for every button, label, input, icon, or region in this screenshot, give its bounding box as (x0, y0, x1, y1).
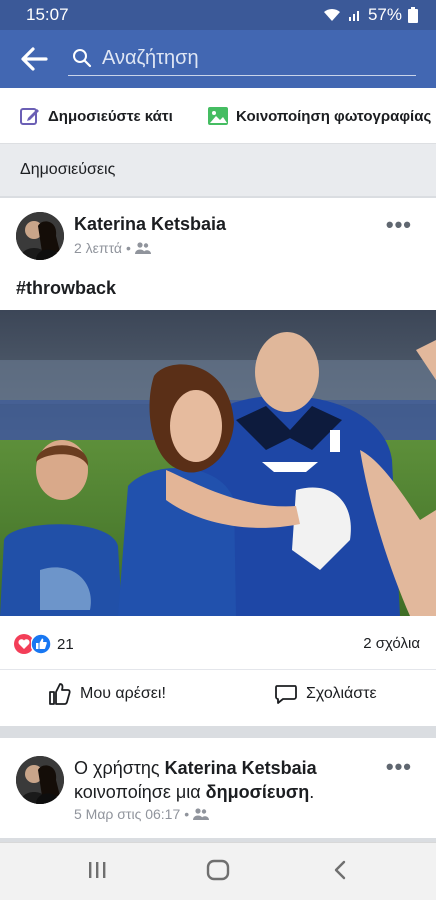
more-icon[interactable]: ••• (386, 212, 412, 238)
write-post-button[interactable]: Δημοσιεύστε κάτι (20, 106, 173, 126)
home-icon[interactable] (206, 859, 230, 881)
status-right: 57% (322, 5, 418, 25)
like-reaction-icon (31, 634, 51, 654)
comments-count[interactable]: 2 σχόλια (363, 635, 420, 652)
shared-post-meta: 5 Μαρ στις 06:17 • (74, 806, 210, 822)
post-stats: 21 2 σχόλια (0, 616, 436, 670)
like-label: Μου αρέσει! (80, 685, 166, 702)
shared-suffix: . (309, 782, 315, 802)
like-button[interactable]: Μου αρέσει! (48, 682, 166, 706)
more-icon[interactable]: ••• (386, 754, 412, 780)
search-icon (73, 49, 92, 68)
avatar[interactable] (16, 756, 64, 804)
system-nav-bar (0, 842, 436, 900)
share-photo-label: Κοινοποίηση φωτογραφίας (236, 107, 432, 125)
friends-icon (193, 808, 210, 820)
post-photo[interactable] (0, 310, 436, 616)
composer-actions: Δημοσιεύστε κάτι Κοινοποίηση φωτογραφίας (0, 88, 436, 144)
meta-separator: • (126, 240, 131, 256)
shared-post-time[interactable]: 5 Μαρ στις 06:17 (74, 806, 180, 822)
like-icon (49, 683, 71, 705)
shared-prefix: Ο χρήστης (74, 758, 165, 778)
search-header: Αναζήτηση (0, 30, 436, 88)
posts-section-header: Δημοσιεύσεις (0, 144, 436, 196)
reaction-count: 21 (57, 635, 74, 653)
recent-apps-icon[interactable] (86, 859, 108, 881)
shared-middle: κοινοποίησε μια (74, 782, 206, 802)
section-title: Δημοσιεύσεις (20, 161, 116, 178)
shared-post-text: Ο χρήστης Katerina Ketsbaia κοινοποίησε … (74, 756, 374, 804)
post-time[interactable]: 2 λεπτά (74, 240, 122, 256)
friends-icon (134, 242, 151, 254)
back-arrow-icon[interactable] (20, 46, 48, 72)
post-meta: 2 λεπτά • (74, 240, 151, 256)
write-post-label: Δημοσιεύστε κάτι (48, 107, 173, 125)
signal-icon (348, 11, 359, 21)
post-author[interactable]: Katerina Ketsbaia (74, 214, 226, 235)
share-photo-button[interactable]: Κοινοποίηση φωτογραφίας (208, 106, 431, 126)
wifi-icon (323, 8, 340, 21)
shared-post-link[interactable]: δημοσίευση (206, 782, 310, 802)
status-time: 15:07 (26, 5, 69, 24)
search-input[interactable]: Αναζήτηση (68, 40, 416, 76)
comment-icon (275, 685, 297, 704)
reaction-summary[interactable]: 21 (14, 634, 74, 654)
avatar-image (16, 212, 64, 260)
status-bar: 15:07 57% (0, 0, 436, 30)
battery-percent: 57% (367, 5, 402, 24)
search-placeholder: Αναζήτηση (102, 47, 199, 69)
shared-post-card: Ο χρήστης Katerina Ketsbaia κοινοποίησε … (0, 738, 436, 838)
meta-separator: • (184, 806, 190, 822)
edit-icon (20, 108, 39, 125)
post-photo-image (0, 310, 436, 616)
shared-author[interactable]: Katerina Ketsbaia (165, 758, 317, 778)
post-text[interactable]: #throwback (16, 278, 116, 299)
avatar[interactable] (16, 212, 64, 260)
battery-icon (408, 7, 418, 23)
photo-icon (208, 107, 228, 125)
post-card: Katerina Ketsbaia 2 λεπτά • ••• #throwba… (0, 198, 436, 726)
back-nav-icon[interactable] (330, 859, 350, 881)
avatar-image (16, 756, 64, 804)
comment-label: Σχολιάστε (306, 685, 377, 702)
comment-button[interactable]: Σχολιάστε (274, 682, 377, 706)
